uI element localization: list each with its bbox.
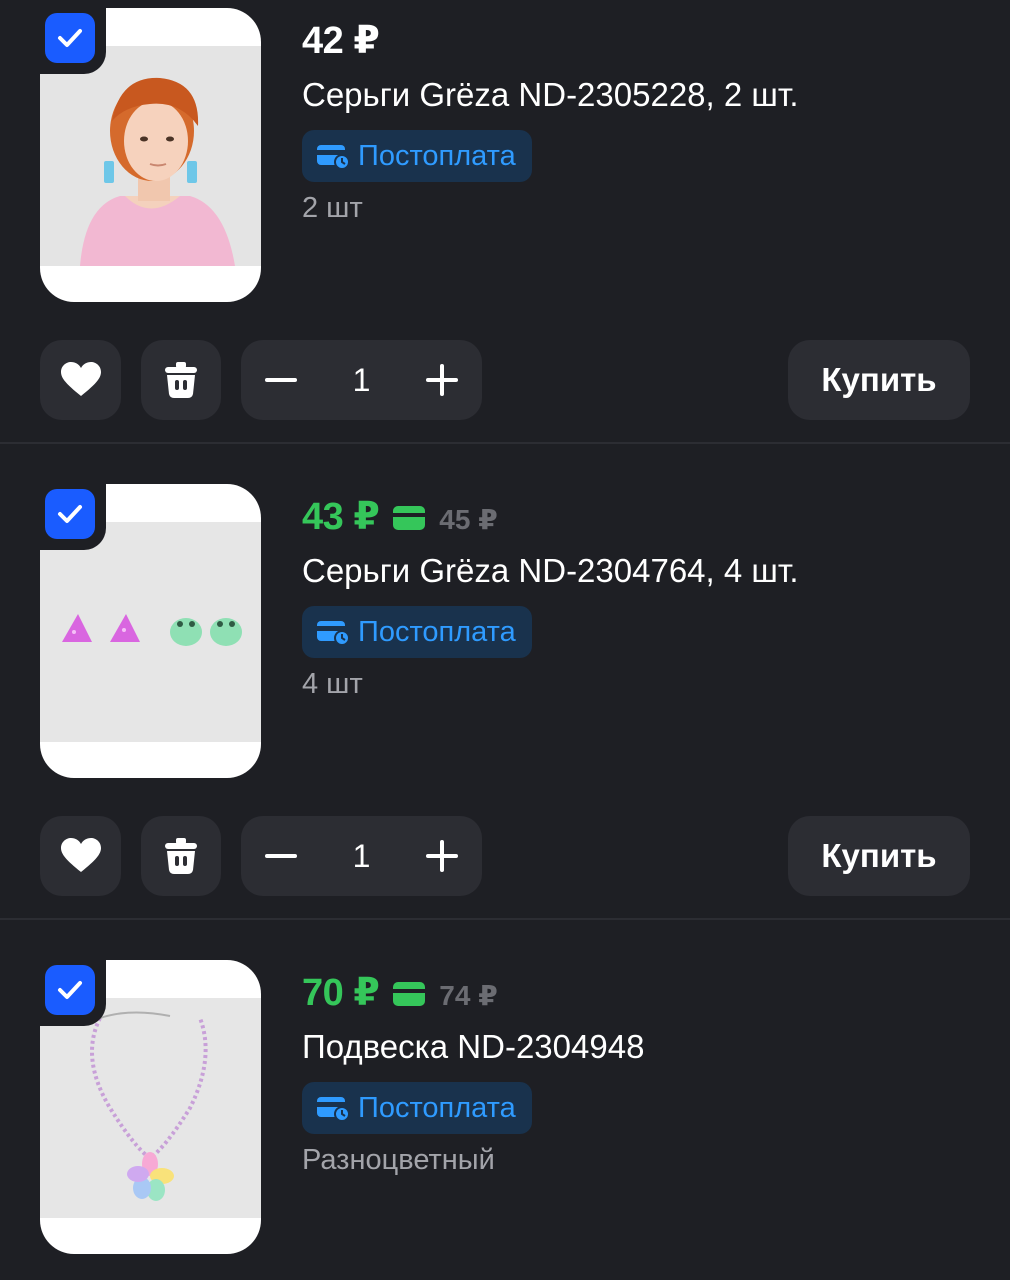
trash-icon [165, 838, 197, 874]
badge-label: Постоплата [358, 139, 516, 172]
product-title[interactable]: Подвеска ND-2304948 [302, 1028, 644, 1066]
heart-icon [60, 362, 101, 396]
buy-button-label: Купить [821, 361, 937, 398]
price: 43 ₽ [302, 496, 380, 538]
postpay-badge: Постоплата [302, 606, 532, 658]
plus-icon[interactable] [424, 838, 460, 874]
favorite-button[interactable] [40, 816, 121, 896]
product-title[interactable]: Серьги Grëza ND-2305228, 2 шт. [302, 76, 798, 114]
product-variant: 2 шт [302, 192, 363, 224]
product-variant: Разноцветный [302, 1144, 495, 1176]
divider [0, 442, 1010, 444]
check-icon [58, 981, 82, 999]
old-price: 74 ₽ [439, 980, 498, 1011]
price-row: 43 ₽ 45 ₽ [302, 494, 498, 542]
product-title[interactable]: Серьги Grëza ND-2304764, 4 шт. [302, 552, 798, 590]
wallet-card-icon [317, 145, 350, 170]
favorite-button[interactable] [40, 340, 121, 420]
price-row: 42 ₽ [302, 18, 380, 66]
minus-icon[interactable] [263, 362, 299, 398]
item-actions: 1 Купить [0, 340, 1010, 420]
postpay-badge: Постоплата [302, 130, 532, 182]
quantity-stepper: 1 [241, 816, 482, 896]
quantity-value: 1 [352, 837, 371, 874]
wallet-card-icon [317, 621, 350, 646]
plus-icon[interactable] [424, 362, 460, 398]
divider [0, 918, 1010, 920]
heart-icon [60, 838, 101, 872]
price-row: 70 ₽ 74 ₽ [302, 970, 498, 1018]
old-price: 45 ₽ [439, 504, 498, 535]
buy-button[interactable]: Купить [788, 340, 970, 420]
product-variant: 4 шт [302, 668, 363, 700]
card-icon [393, 506, 426, 530]
price: 42 ₽ [302, 20, 380, 62]
item-actions: 1 Купить [0, 816, 1010, 896]
buy-button[interactable]: Купить [788, 816, 970, 896]
product-photo-girl [40, 46, 261, 266]
cart-page: 42 ₽ Серьги Grëza ND-2305228, 2 шт. Пост… [0, 0, 1010, 1280]
check-icon [58, 505, 82, 523]
wallet-card-icon [317, 1097, 350, 1122]
check-icon [58, 29, 82, 47]
buy-button-label: Купить [821, 837, 937, 874]
quantity-value: 1 [352, 361, 371, 398]
select-checkbox[interactable] [34, 478, 106, 550]
minus-icon[interactable] [263, 838, 299, 874]
product-photo-necklace [40, 998, 261, 1218]
price: 70 ₽ [302, 972, 380, 1014]
product-photo-earrings [40, 522, 261, 742]
badge-label: Постоплата [358, 1091, 516, 1124]
quantity-stepper: 1 [241, 340, 482, 420]
trash-icon [165, 362, 197, 398]
badge-label: Постоплата [358, 615, 516, 648]
delete-button[interactable] [141, 340, 221, 420]
delete-button[interactable] [141, 816, 221, 896]
select-checkbox[interactable] [34, 954, 106, 1026]
card-icon [393, 982, 426, 1006]
postpay-badge: Постоплата [302, 1082, 532, 1134]
select-checkbox[interactable] [34, 2, 106, 74]
